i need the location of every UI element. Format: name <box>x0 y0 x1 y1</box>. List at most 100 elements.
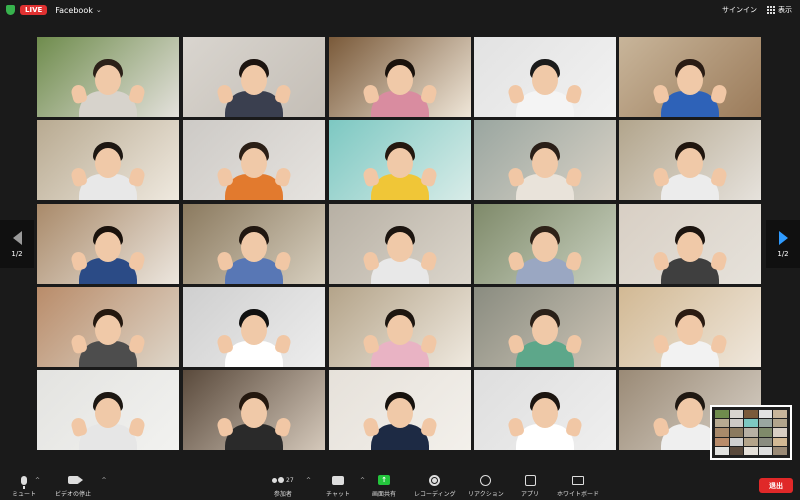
leave-button[interactable]: 退出 <box>759 478 793 493</box>
mini-tile <box>715 437 729 446</box>
mini-tile <box>758 446 773 455</box>
face-shape <box>387 148 413 178</box>
participant-video-tile[interactable] <box>37 287 179 367</box>
mini-tile <box>744 446 758 455</box>
live-stream-target[interactable]: Facebook ⌄ <box>55 6 101 15</box>
face-shape <box>677 315 703 345</box>
participants-button[interactable]: 27 ^ 参加者 <box>272 473 311 498</box>
participant-video-tile[interactable] <box>37 37 179 117</box>
face-shape <box>387 398 413 428</box>
share-screen-label: 画面共有 <box>372 491 397 498</box>
chevron-down-icon: ⌄ <box>95 6 102 14</box>
participant-video-tile[interactable] <box>474 37 616 117</box>
participant-video-tile[interactable] <box>619 37 761 117</box>
participant-video-tile[interactable] <box>183 287 325 367</box>
reactions-label: リアクション <box>468 491 504 498</box>
participant-video-tile[interactable] <box>619 120 761 200</box>
mini-tile <box>715 419 729 428</box>
mini-tile <box>744 437 758 446</box>
apps-button[interactable]: アプリ <box>521 473 539 498</box>
participant-video-tile[interactable] <box>329 204 471 284</box>
face-shape <box>241 65 267 95</box>
participant-figure <box>361 384 439 450</box>
participant-figure <box>361 218 439 284</box>
top-right-controls: サインイン 表示 <box>722 0 792 20</box>
mini-tile <box>715 446 729 455</box>
share-screen-button[interactable]: ↑ 画面共有 <box>372 473 396 498</box>
next-page-button[interactable]: 1/2 <box>766 220 800 268</box>
apps-icon <box>524 474 536 486</box>
mini-tile <box>715 428 729 437</box>
face-shape <box>95 65 121 95</box>
participant-video-tile[interactable] <box>37 370 179 450</box>
face-shape <box>241 148 267 178</box>
participant-video-tile[interactable] <box>474 287 616 367</box>
participant-figure <box>506 384 584 450</box>
arrow-left-icon <box>12 230 22 245</box>
chevron-up-icon[interactable]: ^ <box>102 477 107 484</box>
face-shape <box>95 148 121 178</box>
participant-figure <box>215 218 293 284</box>
participant-figure <box>69 384 147 450</box>
participant-figure <box>361 134 439 200</box>
participant-video-tile[interactable] <box>474 120 616 200</box>
participant-figure <box>651 134 729 200</box>
participants-label: 参加者 <box>273 491 292 498</box>
live-badge[interactable]: LIVE <box>20 5 48 15</box>
participant-video-tile[interactable] <box>183 370 325 450</box>
participants-count: 27 <box>286 476 294 484</box>
mini-tile <box>773 428 787 437</box>
participant-video-tile[interactable] <box>37 120 179 200</box>
face-shape <box>532 315 558 345</box>
top-bar: LIVE Facebook ⌄ サインイン 表示 <box>0 0 800 20</box>
face-shape <box>95 232 121 262</box>
participant-figure <box>651 51 729 117</box>
record-icon <box>429 474 441 486</box>
participant-video-tile[interactable] <box>329 287 471 367</box>
chat-button[interactable]: ^ チャット <box>326 473 365 498</box>
meeting-toolbar: ^ ミュート ^ ビデオの停止 27 ^ 参加者 ^ チャット ↑ 画面共有 レコ… <box>0 470 800 500</box>
whiteboard-button[interactable]: ホワイトボード <box>557 473 599 498</box>
mini-tile <box>744 410 758 419</box>
page-indicator-right: 1/2 <box>777 249 789 258</box>
participant-video-tile[interactable] <box>474 204 616 284</box>
participant-video-tile[interactable] <box>619 287 761 367</box>
face-shape <box>532 65 558 95</box>
participant-video-tile[interactable] <box>183 37 325 117</box>
page-indicator-left: 1/2 <box>11 249 23 258</box>
mini-tile <box>744 419 758 428</box>
previous-page-button[interactable]: 1/2 <box>0 220 34 268</box>
participant-video-tile[interactable] <box>183 204 325 284</box>
stop-video-button[interactable]: ^ ビデオの停止 <box>55 473 107 498</box>
participant-video-tile[interactable] <box>329 370 471 450</box>
participant-figure <box>506 51 584 117</box>
face-shape <box>532 232 558 262</box>
face-shape <box>677 65 703 95</box>
participant-video-tile[interactable] <box>329 37 471 117</box>
chevron-up-icon[interactable]: ^ <box>35 477 40 484</box>
participant-figure <box>215 51 293 117</box>
participant-figure <box>215 384 293 450</box>
participant-video-tile[interactable] <box>619 204 761 284</box>
reactions-button[interactable]: リアクション <box>468 473 504 498</box>
participant-figure <box>69 301 147 367</box>
mini-tile <box>773 437 787 446</box>
mini-tile <box>773 419 787 428</box>
recording-button[interactable]: レコーディング <box>414 473 456 498</box>
self-view-thumbnail[interactable] <box>710 405 792 460</box>
mini-tile <box>758 410 773 419</box>
participant-video-tile[interactable] <box>474 370 616 450</box>
participant-video-tile[interactable] <box>183 120 325 200</box>
chevron-up-icon[interactable]: ^ <box>360 477 365 484</box>
participant-video-tile[interactable] <box>37 204 179 284</box>
mini-tile <box>729 419 744 428</box>
sign-in-link[interactable]: サインイン <box>722 5 757 15</box>
face-shape <box>241 398 267 428</box>
participant-video-tile[interactable] <box>329 120 471 200</box>
participant-figure <box>361 301 439 367</box>
security-shield-icon[interactable] <box>6 5 15 15</box>
chevron-up-icon[interactable]: ^ <box>306 477 311 484</box>
view-button[interactable]: 表示 <box>767 5 792 15</box>
mute-button[interactable]: ^ ミュート <box>12 473 40 498</box>
video-gallery <box>37 37 764 453</box>
